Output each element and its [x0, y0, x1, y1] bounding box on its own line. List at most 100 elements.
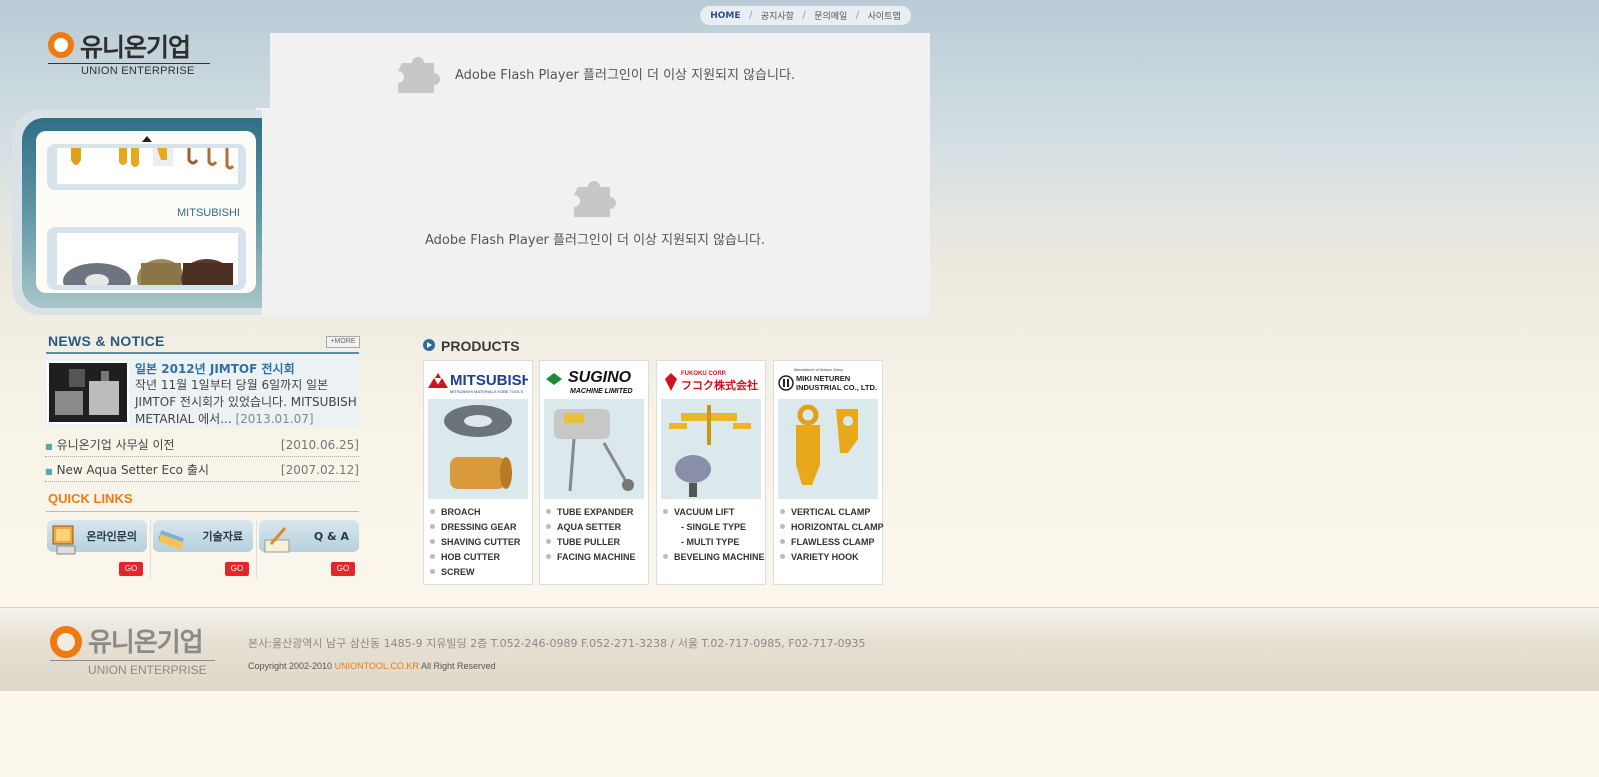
- product-list: TUBE EXPANDER AQUA SETTER TUBE PULLER FA…: [546, 505, 636, 565]
- online-inquiry-go-button[interactable]: GO: [119, 562, 143, 576]
- product-list-item[interactable]: HOB CUTTER: [430, 550, 520, 565]
- site-logo[interactable]: 유니온기업 UNION ENTERPRISE: [48, 30, 218, 80]
- brand-name: MIKI NETUREN: [796, 374, 850, 383]
- news-item-date: [2007.02.12]: [280, 462, 359, 477]
- product-list-subitem[interactable]: - MULTI TYPE: [663, 535, 765, 550]
- news-featured-body: 작년 11월 1일부터 당월 6일까지 일본 JIMTOF 전시회가 있었습니다…: [135, 378, 357, 426]
- miki-neturen-logo: Manufacturer of Netuero Clamp MIKI NETUR…: [778, 365, 878, 397]
- news-section-title: NEWS & NOTICE: [48, 333, 165, 349]
- nav-home-link[interactable]: HOME: [710, 11, 740, 21]
- news-list-item[interactable]: ■ New Aqua Setter Eco 출시 [2007.02.12]: [45, 458, 359, 482]
- flash-unsupported-message: Adobe Flash Player 플러그인이 더 이상 지원되지 않습니다.: [455, 68, 796, 83]
- product-list-item[interactable]: BROACH: [430, 505, 520, 520]
- brand-top: Manufacturer of Netuero Clamp: [794, 368, 843, 372]
- footer-logo-korean-text: 유니온기업: [88, 628, 204, 658]
- top-nav: HOME / 공지사항 / 문의메일 / 사이트맵: [700, 6, 911, 25]
- product-list-item[interactable]: HORIZONTAL CLAMP: [780, 520, 884, 535]
- flash-unsupported-message: Adobe Flash Player 플러그인이 더 이상 지원되지 않습니다.: [425, 233, 766, 248]
- tech-docs-go-button[interactable]: GO: [225, 562, 249, 576]
- pencil-icon: [264, 527, 290, 553]
- product-card-miki-neturen[interactable]: Manufacturer of Netuero Clamp MIKI NETUR…: [773, 360, 884, 585]
- news-featured-date: [2013.01.07]: [235, 412, 314, 426]
- product-list-item[interactable]: VARIETY HOOK: [780, 550, 884, 565]
- news-featured-title[interactable]: 일본 2012년 JIMTOF 전시회: [135, 360, 295, 377]
- product-image: [428, 399, 528, 499]
- quick-links-separator: [150, 520, 151, 578]
- news-thumbnail[interactable]: [47, 361, 129, 424]
- footer-logo: 유니온기업 UNION ENTERPRISE: [50, 622, 230, 678]
- nav-separator: /: [802, 10, 806, 21]
- footer-address: 본사:울산광역시 남구 삼산동 1485-9 지유빌딩 2층 T.052-246…: [248, 637, 866, 650]
- product-card-fukoku[interactable]: FUKOKU CORP. フコク株式会社 VACUUM LIFT - SINGL…: [656, 360, 766, 585]
- online-inquiry-label: 온라인문의: [86, 530, 137, 543]
- products-play-icon: [423, 339, 435, 351]
- footer-logo-circle-icon: [50, 626, 82, 658]
- product-list: BROACH DRESSING GEAR SHAVING CUTTER HOB …: [430, 505, 520, 580]
- quick-link-online-inquiry[interactable]: 온라인문의 GO: [47, 518, 149, 580]
- product-list-item[interactable]: VACUUM LIFT: [663, 505, 765, 520]
- bullet-icon: ■: [45, 442, 53, 451]
- product-list: VERTICAL CLAMP HORIZONTAL CLAMP FLAWLESS…: [780, 505, 884, 565]
- nav-separator: /: [855, 10, 860, 21]
- slide-product-image: [57, 233, 238, 285]
- product-list-item[interactable]: FLAWLESS CLAMP: [780, 535, 884, 550]
- mitsubishi-logo: MITSUBISHI MITSUBISHI MATERIALS KOBE TOO…: [428, 365, 537, 397]
- brand-sub: MITSUBISHI MATERIALS KOBE TOOLS: [450, 389, 523, 394]
- quick-link-tech-docs[interactable]: 기술자료 GO: [153, 518, 255, 580]
- qna-go-button[interactable]: GO: [331, 562, 355, 576]
- news-more-button[interactable]: +MORE: [326, 336, 360, 348]
- product-image: [544, 399, 644, 499]
- qna-label: Q & A: [313, 529, 349, 543]
- nav-notice-link[interactable]: 공지사항: [761, 9, 794, 22]
- slide-product-image: [57, 148, 238, 184]
- product-list-item[interactable]: FACING MACHINE: [546, 550, 636, 565]
- product-list-item[interactable]: TUBE PULLER: [546, 535, 636, 550]
- product-list-item[interactable]: AQUA SETTER: [546, 520, 636, 535]
- brand-sub: INDUSTRIAL CO., LTD.: [796, 383, 877, 392]
- product-image: [661, 399, 761, 499]
- puzzle-piece-icon: [574, 181, 616, 217]
- footer-logo-divider: [50, 660, 215, 661]
- logo-english-text: UNION ENTERPRISE: [81, 65, 195, 77]
- tech-docs-label: 기술자료: [202, 530, 243, 543]
- product-list-item[interactable]: DRESSING GEAR: [430, 520, 520, 535]
- puzzle-piece-icon: [398, 57, 440, 93]
- quick-links-title: QUICK LINKS: [48, 491, 133, 506]
- product-image: [778, 399, 878, 499]
- sugino-logo: SUGINO MACHINE LIMITED: [544, 365, 644, 397]
- product-list: VACUUM LIFT - SINGLE TYPE - MULTI TYPE B…: [663, 505, 765, 565]
- fukoku-logo: FUKOKU CORP. フコク株式会社: [661, 365, 761, 397]
- product-list-item[interactable]: BEVELING MACHINE: [663, 550, 765, 565]
- product-list-item[interactable]: VERTICAL CLAMP: [780, 505, 884, 520]
- logo-divider: [48, 63, 210, 64]
- nav-sitemap-link[interactable]: 사이트맵: [868, 9, 901, 22]
- footer-copyright: Copyright 2002-2010 UNIONTOOL.CO.KR All …: [248, 661, 496, 671]
- product-list-item[interactable]: SCREW: [430, 565, 520, 580]
- nav-inquiry-link[interactable]: 문의메일: [814, 9, 847, 22]
- slide-brand-label: MITSUBISHI: [177, 207, 240, 219]
- slider-up-arrow-icon[interactable]: [142, 136, 152, 142]
- logo-circle-icon: [48, 32, 74, 58]
- news-divider: [46, 352, 359, 354]
- brand-name: MITSUBISHI: [450, 372, 528, 389]
- news-item-date: [2010.06.25]: [280, 437, 359, 452]
- news-list-item[interactable]: ■ 유니온기업 사무실 이전 [2010.06.25]: [45, 433, 359, 457]
- news-item-title[interactable]: 유니온기업 사무실 이전: [57, 438, 175, 452]
- news-item-title[interactable]: New Aqua Setter Eco 출시: [57, 463, 209, 477]
- bullet-icon: ■: [45, 467, 53, 476]
- logo-korean-text: 유니온기업: [80, 33, 191, 62]
- monitor-icon: [52, 525, 76, 555]
- product-list-item[interactable]: TUBE EXPANDER: [546, 505, 636, 520]
- quick-link-qna[interactable]: Q & A GO: [259, 518, 361, 580]
- product-card-mitsubishi[interactable]: MITSUBISHI MITSUBISHI MATERIALS KOBE TOO…: [423, 360, 537, 585]
- product-list-item[interactable]: SHAVING CUTTER: [430, 535, 520, 550]
- brand-sub: フコク株式会社: [681, 378, 758, 392]
- product-card-sugino[interactable]: SUGINO MACHINE LIMITED TUBE EXPANDER AQU…: [539, 360, 649, 585]
- slide-item[interactable]: [47, 144, 246, 190]
- product-list-subitem[interactable]: - SINGLE TYPE: [663, 520, 765, 535]
- brand-name: SUGINO: [568, 369, 632, 386]
- brand-name: FUKOKU CORP.: [681, 371, 727, 377]
- quick-links-separator: [256, 520, 257, 578]
- footer-domain-link[interactable]: UNIONTOOL.CO.KR: [335, 661, 419, 671]
- slide-item[interactable]: [47, 227, 246, 290]
